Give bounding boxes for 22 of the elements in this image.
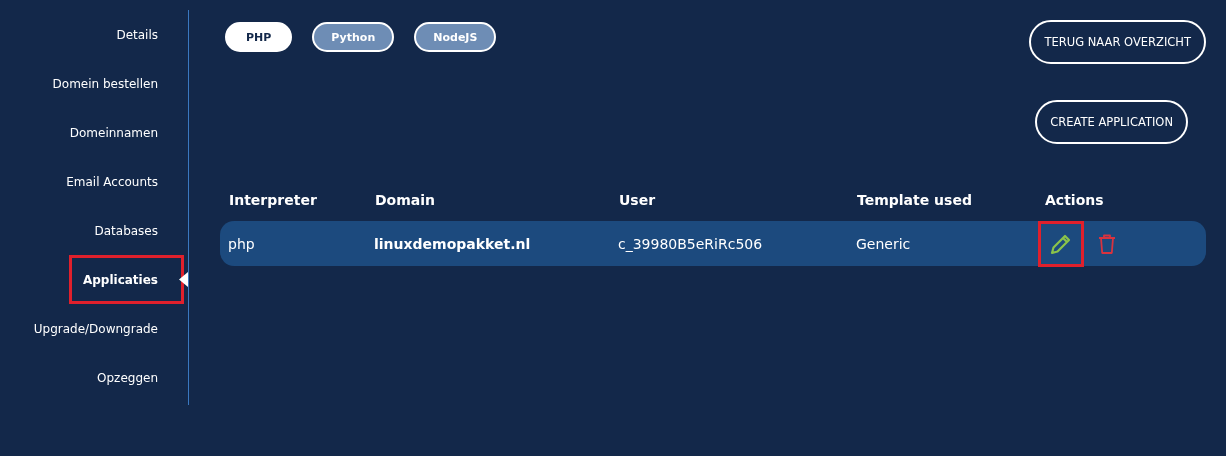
- table-cell-text: c_39980B5eRiRc506: [618, 236, 764, 252]
- sidebar-item[interactable]: Upgrade/Downgrade: [33, 321, 158, 336]
- table-cell-text: Generic: [856, 236, 912, 252]
- sidebar-item[interactable]: Databases: [94, 223, 158, 238]
- column-header: Template used: [857, 192, 973, 208]
- pointer-icon: [179, 272, 188, 287]
- sidebar-item[interactable]: Email Accounts: [66, 174, 158, 189]
- table-cell-text: php: [228, 236, 256, 252]
- pencil-icon[interactable]: [1049, 232, 1073, 256]
- sidebar-item[interactable]: Opzeggen: [97, 370, 158, 385]
- sidebar-item[interactable]: Domein bestellen: [52, 76, 158, 91]
- column-header: Domain: [375, 192, 437, 208]
- sidebar-item[interactable]: Applicaties: [82, 272, 158, 287]
- column-header: Interpreter: [229, 192, 318, 208]
- column-header: Actions: [1045, 192, 1105, 208]
- back-button[interactable]: TERUG NAAR OVERZICHT: [1029, 20, 1206, 64]
- table-cell-text: linuxdemopakket.nl: [374, 236, 532, 252]
- column-header: User: [619, 192, 657, 208]
- create-button[interactable]: CREATE APPLICATION: [1035, 100, 1188, 144]
- sidebar-item[interactable]: Details: [116, 27, 158, 42]
- language-tab[interactable]: PHP: [225, 22, 293, 52]
- sidebar-item[interactable]: Domeinnamen: [69, 125, 158, 140]
